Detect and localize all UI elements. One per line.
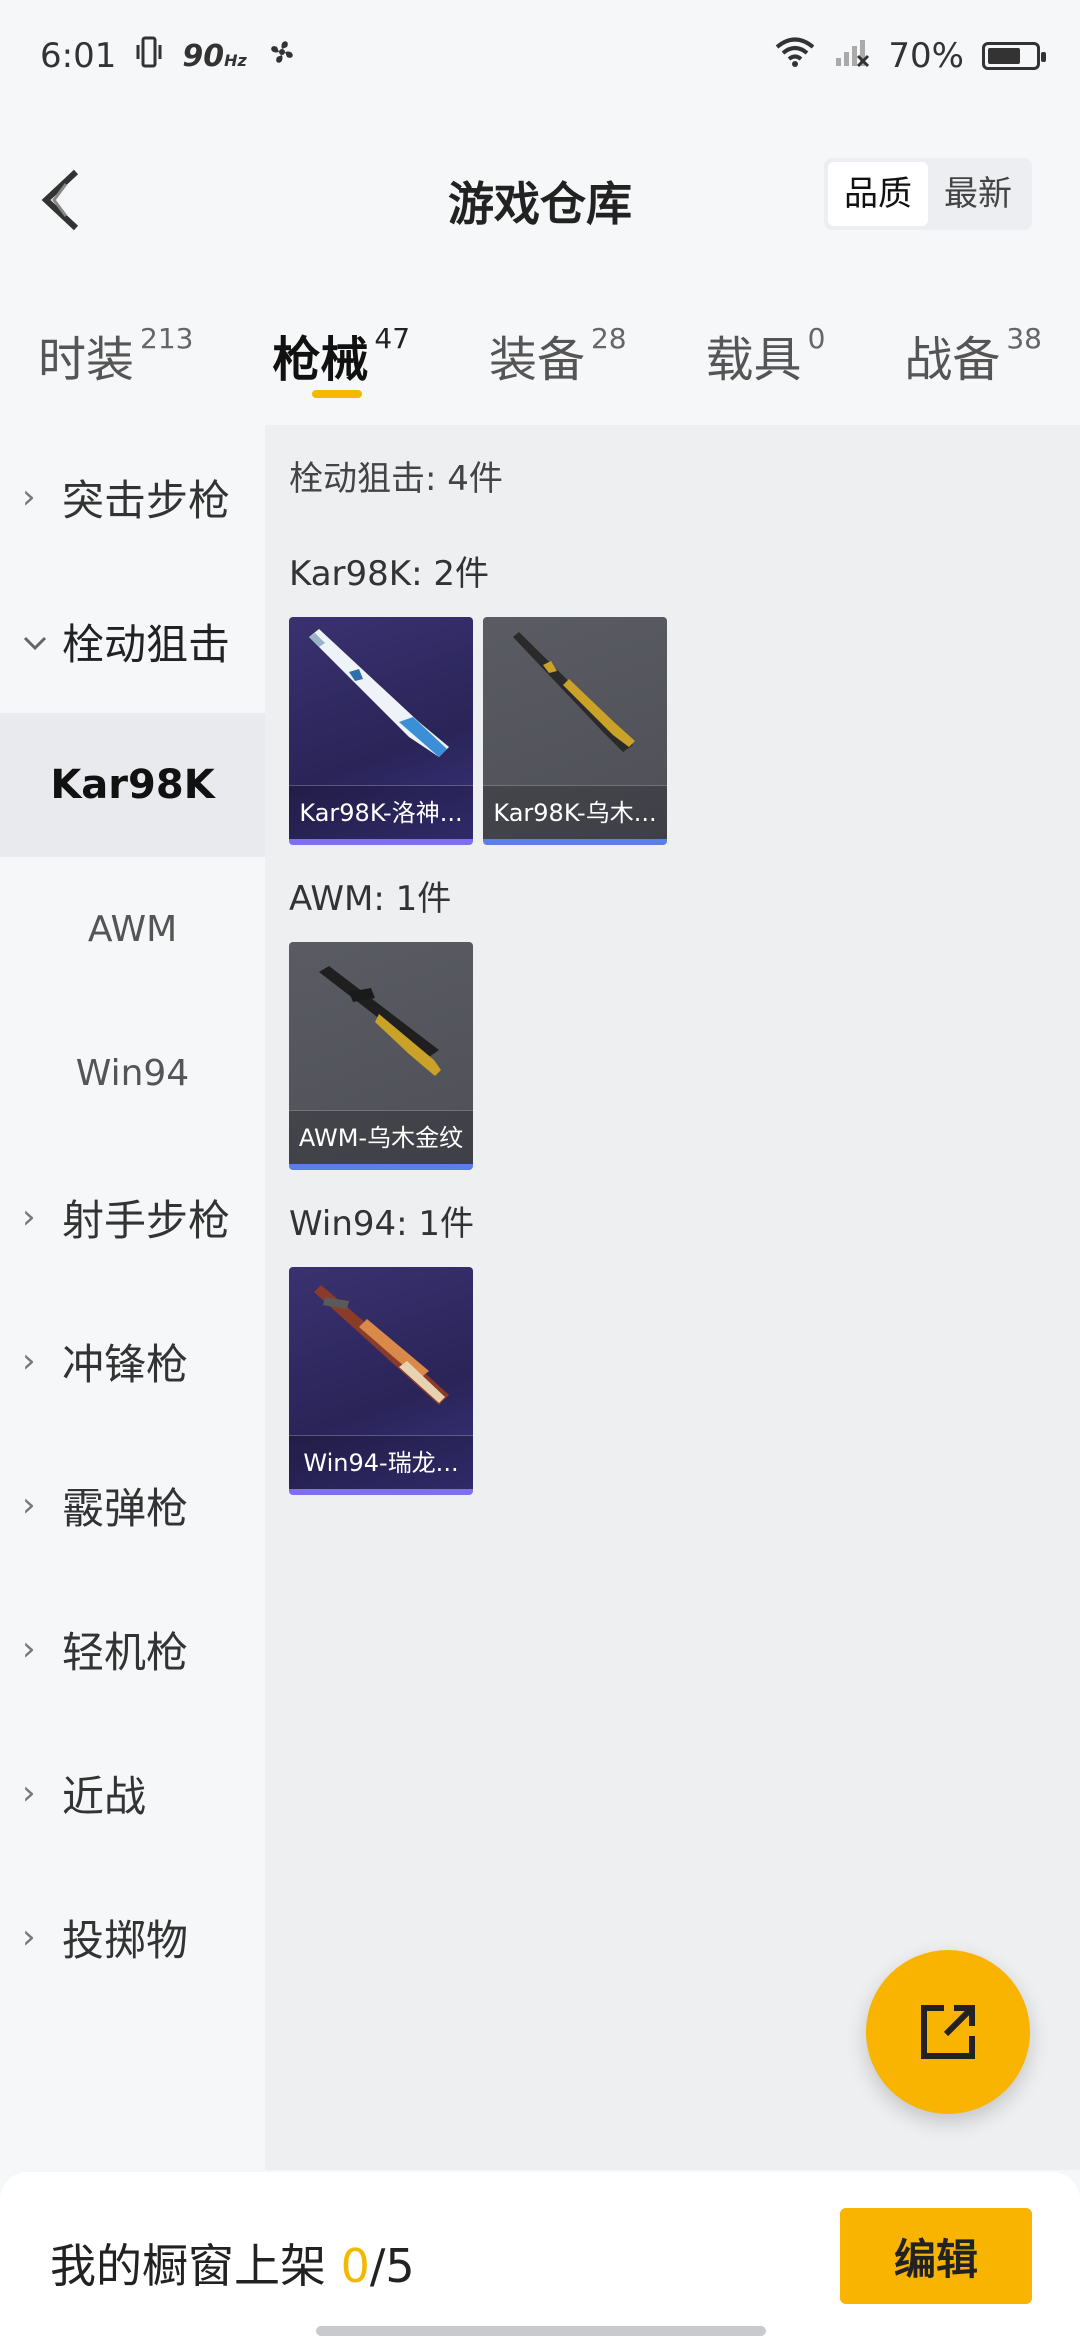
battery-icon [982, 42, 1046, 70]
sidebar: › 突击步枪 栓动狙击 Kar98K AWM Win94 › 射手步枪 › 冲锋… [0, 425, 265, 2170]
tab-label: 时装 [38, 332, 135, 388]
item-row-awm: AWM-乌木金纹 [289, 942, 1080, 1170]
status-right: 70% [774, 36, 1046, 77]
share-icon [921, 2005, 975, 2059]
sidebar-item-marksman-rifle[interactable]: › 射手步枪 [0, 1145, 265, 1289]
chevron-right-icon: › [22, 1917, 36, 1957]
showcase-count: 0 [340, 2239, 370, 2293]
item-card-label: Kar98K-洛神... [289, 785, 473, 839]
sidebar-item-lmg[interactable]: › 轻机枪 [0, 1577, 265, 1721]
category-summary: 栓动狙击: 4件 [289, 459, 503, 499]
battery-fill [988, 48, 1020, 64]
tab-equipment[interactable]: 装备 28 [489, 290, 627, 390]
refresh-rate: 90Hz [182, 38, 247, 74]
clock: 6:01 [40, 36, 117, 76]
item-card-label: Win94-瑞龙... [289, 1435, 473, 1489]
item-card[interactable]: AWM-乌木金纹 [289, 942, 473, 1170]
header: 游戏仓库 品质 最新 [0, 112, 1080, 282]
sidebar-item-melee[interactable]: › 近战 [0, 1721, 265, 1865]
sidebar-subitem-kar98k[interactable]: Kar98K [0, 713, 265, 857]
tab-label: 载具 [705, 332, 802, 388]
tab-count: 0 [807, 322, 826, 355]
group-title-kar98k: Kar98K: 2件 [289, 554, 489, 594]
status-bar: 6:01 90Hz 70% [0, 0, 1080, 112]
tab-battle-gear[interactable]: 战备 38 [904, 290, 1042, 390]
tab-count: 28 [590, 322, 627, 355]
chevron-right-icon: › [22, 1485, 36, 1525]
sidebar-item-bolt-action-sniper[interactable]: 栓动狙击 [0, 569, 265, 713]
showcase-label: 我的橱窗上架 [50, 2239, 326, 2293]
sidebar-item-label: 轻机枪 [62, 1627, 189, 1677]
tab-count: 213 [140, 322, 194, 355]
sidebar-item-label: 栓动狙击 [62, 619, 231, 669]
rifle-skin-image [319, 966, 441, 1076]
item-card-label: AWM-乌木金纹 [289, 1110, 473, 1164]
rifle-skin-image [314, 1285, 449, 1405]
group-title-win94: Win94: 1件 [289, 1204, 475, 1244]
tab-label: 装备 [488, 332, 585, 388]
chevron-down-icon [22, 621, 56, 661]
edit-button[interactable]: 编辑 [840, 2208, 1032, 2304]
sidebar-item-label: 冲锋枪 [62, 1339, 189, 1389]
sidebar-item-label: 射手步枪 [62, 1195, 231, 1245]
tab-fashion[interactable]: 时装 213 [38, 290, 193, 390]
fan-icon [265, 35, 299, 78]
home-indicator[interactable] [316, 2326, 766, 2336]
tab-vehicles[interactable]: 载具 0 [706, 290, 826, 390]
tab-label: 枪械 [272, 332, 369, 388]
sidebar-item-label: 突击步枪 [62, 475, 231, 525]
sidebar-item-label: 投掷物 [62, 1915, 189, 1965]
chevron-right-icon: › [22, 1629, 36, 1669]
sidebar-item-label: 近战 [62, 1771, 147, 1821]
item-row-win94: Win94-瑞龙... [289, 1267, 1080, 1495]
tab-firearms[interactable]: 枪械 47 [272, 290, 411, 398]
showcase-total: /5 [369, 2239, 415, 2293]
item-row-kar98k: Kar98K-洛神... Kar98K-乌木... [289, 617, 1080, 845]
tab-count: 47 [374, 322, 411, 355]
sidebar-subitem-awm[interactable]: AWM [0, 857, 265, 1001]
showcase-status: 我的橱窗上架 0/5 [50, 2230, 415, 2296]
tab-count: 38 [1006, 322, 1042, 355]
item-card[interactable]: Kar98K-洛神... [289, 617, 473, 845]
wifi-icon [774, 36, 816, 77]
category-tabs: 时装 213 枪械 47 装备 28 载具 0 战备 38 [0, 290, 1080, 420]
sidebar-item-shotgun[interactable]: › 霰弹枪 [0, 1433, 265, 1577]
sort-toggle: 品质 最新 [824, 158, 1032, 230]
signal-icon [834, 36, 870, 77]
chevron-right-icon: › [22, 477, 36, 517]
item-card-label: Kar98K-乌木... [483, 785, 667, 839]
status-left: 6:01 90Hz [40, 35, 299, 78]
item-card[interactable]: Kar98K-乌木... [483, 617, 667, 845]
item-content-panel: 栓动狙击: 4件 Kar98K: 2件 Kar98K-洛神... Kar98K-… [265, 425, 1080, 2170]
sidebar-subitem-win94[interactable]: Win94 [0, 1001, 265, 1145]
chevron-right-icon: › [22, 1773, 36, 1813]
vibrate-icon [134, 35, 164, 78]
sidebar-item-label: 霰弹枪 [62, 1483, 189, 1533]
bottom-bar: 我的橱窗上架 0/5 编辑 [0, 2172, 1080, 2340]
tab-active-indicator [312, 390, 363, 398]
sort-newest-option[interactable]: 最新 [928, 162, 1028, 226]
rifle-skin-image [309, 629, 449, 757]
battery-percent: 70% [888, 36, 964, 76]
chevron-right-icon: › [22, 1341, 36, 1381]
item-card[interactable]: Win94-瑞龙... [289, 1267, 473, 1495]
group-title-awm: AWM: 1件 [289, 879, 452, 919]
share-fab-button[interactable] [866, 1950, 1030, 2114]
sidebar-item-assault-rifle[interactable]: › 突击步枪 [0, 425, 265, 569]
sidebar-item-throwables[interactable]: › 投掷物 [0, 1865, 265, 2009]
tab-label: 战备 [904, 332, 1001, 388]
rifle-skin-image [513, 632, 635, 752]
chevron-right-icon: › [22, 1197, 36, 1237]
sort-quality-option[interactable]: 品质 [828, 162, 928, 226]
sidebar-item-smg[interactable]: › 冲锋枪 [0, 1289, 265, 1433]
